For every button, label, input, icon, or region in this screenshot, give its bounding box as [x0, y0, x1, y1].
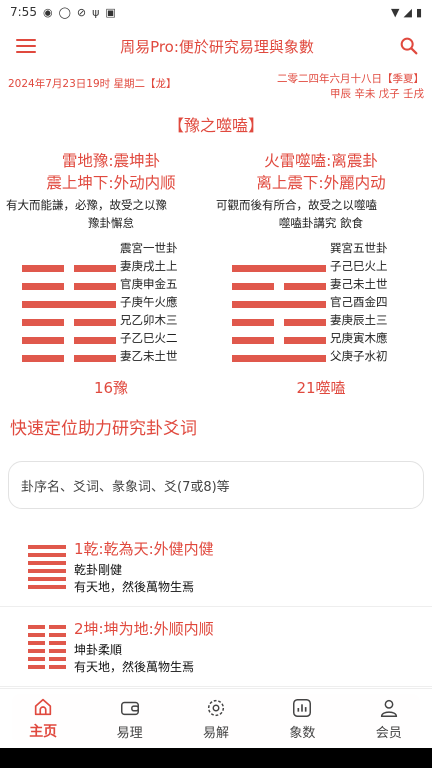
list-item-title: 2坤:坤为地:外顺内顺	[74, 619, 214, 638]
yao-label: 妻庚戌土上	[120, 259, 178, 273]
menu-icon[interactable]	[16, 39, 36, 53]
right-gua-palace: 巽宮五世卦	[330, 241, 388, 255]
right-gua[interactable]: 火雷噬嗑:离震卦 离上震下:外麗内动 可觀而後有所合，故受之以噬嗑 噬嗑卦講究 …	[216, 150, 426, 398]
status-time: 7:55	[10, 5, 37, 19]
dial-icon	[207, 699, 225, 716]
yao-label: 妻己未土世	[330, 277, 388, 291]
kun-symbol	[28, 624, 66, 669]
tab-label: 易理	[116, 725, 143, 741]
system-nav-bar	[0, 748, 432, 768]
tab-yijie[interactable]: 易解	[181, 697, 251, 741]
chat-bubble-icon: ◯	[58, 5, 71, 19]
list-item-sub: 坤卦柔順	[74, 642, 123, 657]
left-gua-number: 16豫	[93, 379, 129, 397]
right-gua-name: 火雷噬嗑:离震卦	[264, 152, 378, 170]
gua-comparison: 雷地豫:震坤卦 震上坤下:外动内顺 有大而能謙，必豫，故受之以豫 豫卦懈怠 震宮…	[0, 150, 432, 398]
date-bar: 2024年7月23日19时 星期二【龙】 二零二四年六月十八日【季夏】 甲辰 辛…	[0, 72, 432, 102]
ganzhi-date: 甲辰 辛未 戊子 壬戌	[329, 88, 424, 100]
right-gua-structure: 离上震下:外麗内动	[256, 174, 386, 192]
yao-label: 官庚申金五	[120, 277, 178, 291]
right-gua-lines: 巽宮五世卦 子己巳火上 妻己未土世 官己酉金四 妻庚辰土三 兄庚寅木應 父庚子水…	[330, 239, 388, 367]
left-gua-palace: 震宮一世卦	[120, 241, 178, 255]
chat-icon: ◉	[42, 5, 53, 19]
left-gua-name: 雷地豫:震坤卦	[61, 152, 161, 170]
tab-label: 象数	[289, 725, 316, 741]
tab-yili[interactable]: 易理	[95, 697, 165, 741]
yao-label: 官己酉金四	[330, 295, 388, 309]
wallet-icon	[120, 701, 139, 715]
list-item-title: 1乾:乾為天:外健内健	[74, 539, 214, 558]
search-input[interactable]: 卦序名、爻词、彖象词、爻(7或8)等	[8, 461, 424, 509]
tab-label: 易解	[202, 725, 229, 741]
lunar-date: 二零二四年六月十八日【季夏】	[277, 73, 424, 85]
left-gua-symbol	[6, 239, 116, 367]
gua-list: 1乾:乾為天:外健内健 乾卦剛健 有天地，然後萬物生焉 2坤:坤为地:外顺内顺 …	[0, 527, 432, 687]
hexagram-title[interactable]: 【豫之噬嗑】	[0, 112, 432, 136]
list-item-sub: 乾卦剛健	[74, 562, 123, 577]
tab-home[interactable]: 主页	[8, 696, 78, 741]
gregorian-date: 2024年7月23日19时 星期二【龙】	[8, 78, 177, 90]
right-gua-symbol	[216, 239, 326, 367]
blocked-icon: ⊘	[76, 5, 87, 19]
user-icon	[380, 699, 397, 717]
app-title: 周易Pro:便於研究易理與象數	[120, 37, 314, 56]
yao-label: 妻乙未土世	[120, 349, 178, 363]
yao-label: 子乙巳火二	[120, 331, 178, 345]
status-bar: 7:55 ◉ ◯ ⊘ ψ ▣ ▼ ◢ ▮	[0, 0, 432, 24]
usb-icon: ψ	[92, 5, 100, 19]
tab-label: 主页	[29, 724, 58, 740]
section-title: 快速定位助力研究卦爻词	[10, 419, 197, 439]
list-item[interactable]: 1乾:乾為天:外健内健 乾卦剛健 有天地，然後萬物生焉	[0, 527, 432, 607]
left-gua[interactable]: 雷地豫:震坤卦 震上坤下:外动内顺 有大而能謙，必豫，故受之以豫 豫卦懈怠 震宮…	[6, 150, 216, 398]
tab-label: 会员	[375, 725, 402, 741]
signal-icon: ◢	[403, 5, 412, 19]
left-gua-lines: 震宮一世卦 妻庚戌土上 官庚申金五 子庚午火應 兄乙卯木三 子乙巳火二 妻乙未土…	[120, 239, 178, 367]
app-bar: 周易Pro:便於研究易理與象數	[0, 24, 432, 68]
home-icon	[35, 698, 52, 716]
yao-label: 父庚子水初	[330, 349, 388, 363]
yao-label: 子己巳火上	[330, 259, 388, 273]
search-placeholder: 卦序名、爻词、彖象词、爻(7或8)等	[21, 479, 230, 495]
list-item-desc: 有天地，然後萬物生焉	[74, 659, 195, 674]
yao-label: 兄乙卯木三	[120, 313, 178, 327]
list-item[interactable]: 2坤:坤为地:外顺内顺 坤卦柔順 有天地，然後萬物生焉	[0, 607, 432, 687]
left-gua-sub: 豫卦懈怠	[88, 216, 134, 230]
tab-member[interactable]: 会员	[354, 697, 424, 741]
left-gua-desc: 有大而能謙，必豫，故受之以豫	[6, 198, 167, 212]
right-gua-number: 21噬嗑	[296, 379, 346, 397]
search-icon[interactable]	[398, 35, 420, 57]
yao-label: 兄庚寅木應	[330, 331, 388, 345]
left-gua-structure: 震上坤下:外动内顺	[46, 174, 176, 192]
wifi-icon: ▼	[391, 5, 400, 19]
right-gua-desc: 可觀而後有所合，故受之以噬嗑	[216, 198, 377, 212]
qian-symbol	[28, 544, 66, 589]
yao-label: 子庚午火應	[120, 295, 178, 309]
chart-icon	[293, 698, 312, 717]
battery-icon: ▮	[415, 5, 422, 19]
right-gua-sub: 噬嗑卦講究 飲食	[278, 216, 364, 230]
yao-label: 妻庚辰土三	[330, 313, 388, 327]
tab-xiangshu[interactable]: 象数	[267, 697, 337, 741]
list-item-desc: 有天地，然後萬物生焉	[74, 579, 195, 594]
bottom-tab-bar: 主页 易理 易解 象数 会员	[0, 688, 432, 748]
debug-icon: ▣	[105, 5, 116, 19]
